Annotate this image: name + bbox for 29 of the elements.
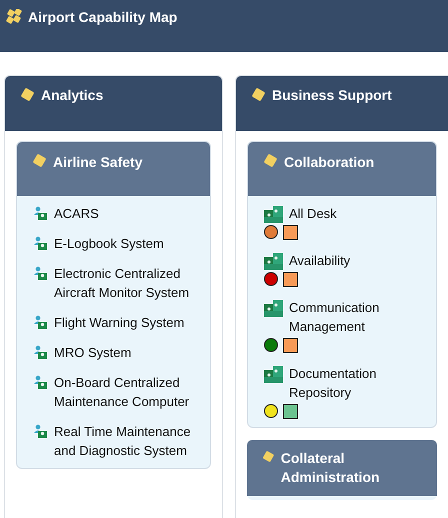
capability-label[interactable]: Real Time Maintenance and Diagnostic System xyxy=(54,422,200,460)
group-title: Airline Safety xyxy=(53,153,142,172)
users-icon xyxy=(33,266,48,281)
capability-label[interactable]: Documentation Repository xyxy=(289,364,426,402)
diamonds-icon xyxy=(6,9,23,24)
puzzle-icon xyxy=(264,366,283,383)
capability-label[interactable]: Communication Management xyxy=(289,298,426,336)
group-title: Collateral Administration xyxy=(280,449,381,487)
capability-label[interactable]: MRO System xyxy=(54,343,132,362)
puzzle-icon xyxy=(264,300,283,317)
users-icon xyxy=(33,236,48,251)
group-title: Collaboration xyxy=(284,153,374,172)
users-icon xyxy=(33,424,48,439)
column-title: Analytics xyxy=(41,87,104,104)
users-icon xyxy=(33,315,48,330)
capability-label[interactable]: On-Board Centralized Maintenance Computer xyxy=(54,373,200,411)
capability-label[interactable]: All Desk xyxy=(289,204,337,223)
column-title: Business Support xyxy=(272,87,392,104)
users-icon xyxy=(33,375,48,390)
puzzle-icon xyxy=(264,253,283,270)
users-icon xyxy=(33,206,48,221)
users-icon xyxy=(33,345,48,360)
capability-label[interactable]: Electronic Centralized Aircraft Monitor System xyxy=(54,264,200,302)
capability-label[interactable]: E-Logbook System xyxy=(54,234,164,253)
app-title: Airport Capability Map xyxy=(28,9,178,25)
puzzle-icon xyxy=(264,206,283,223)
capability-label[interactable]: Flight Warning System xyxy=(54,313,184,332)
capability-label[interactable]: Availability xyxy=(289,251,350,270)
capability-label[interactable]: ACARS xyxy=(54,204,99,223)
